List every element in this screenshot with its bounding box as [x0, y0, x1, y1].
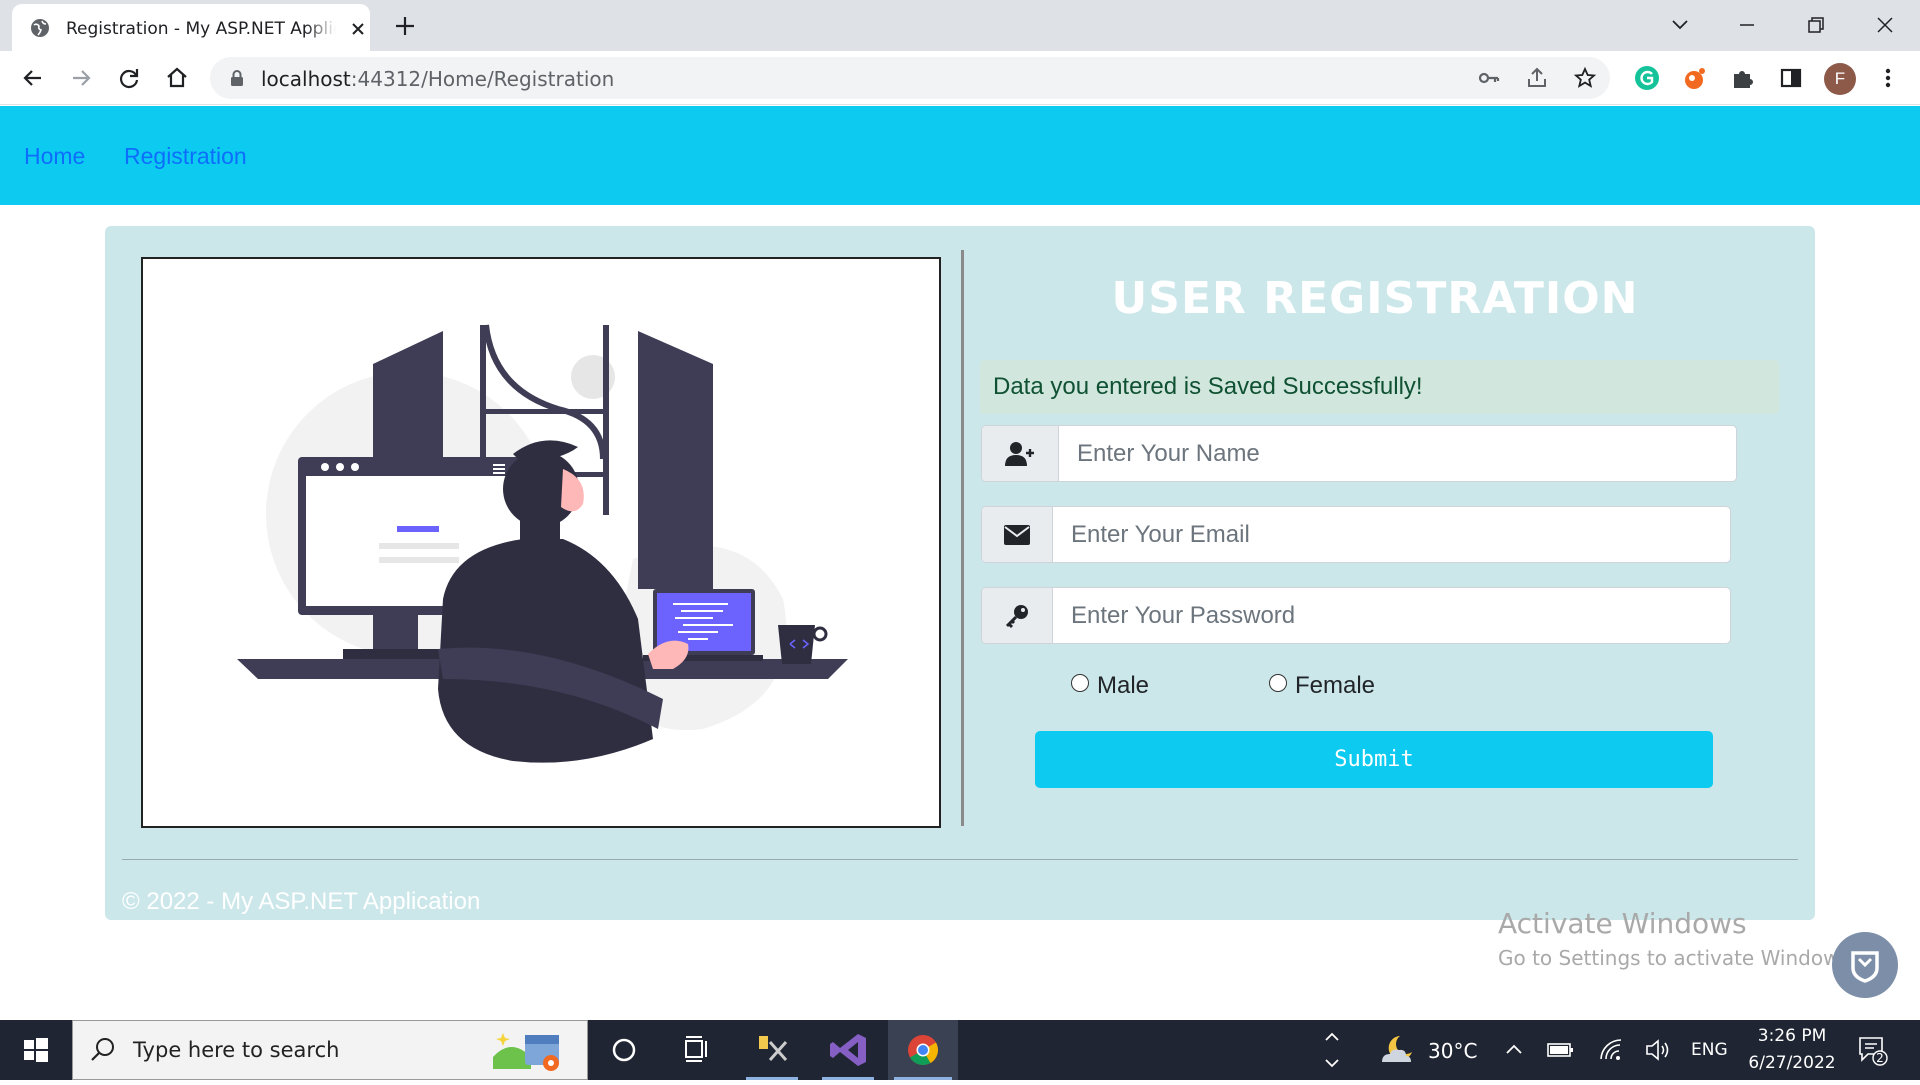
extension-orange-icon[interactable]: [1681, 64, 1709, 92]
gender-female-radio[interactable]: [1269, 674, 1287, 692]
clock-date[interactable]: 6/27/2022: [1742, 1053, 1842, 1073]
search-icon: [91, 1038, 114, 1061]
address-bar[interactable]: localhost:44312/Home/Registration: [210, 57, 1610, 99]
registration-card: USER REGISTRATION Data you entered is Sa…: [105, 226, 1815, 920]
globe-icon: [31, 19, 49, 37]
password-addon: [982, 588, 1053, 643]
wifi-icon[interactable]: [1598, 1037, 1624, 1063]
minimize-icon[interactable]: [1732, 10, 1762, 40]
cortana-icon[interactable]: [594, 1020, 654, 1080]
gender-male-label: Male: [1097, 672, 1150, 699]
lock-icon[interactable]: [228, 69, 246, 87]
visual-studio-icon: [830, 1034, 866, 1066]
taskbar-app-chrome[interactable]: [888, 1020, 958, 1080]
vertical-divider: [961, 250, 964, 826]
reload-icon[interactable]: [114, 63, 144, 93]
puzzle-extensions-icon[interactable]: [1729, 64, 1757, 92]
password-input-group: [981, 587, 1731, 644]
side-panel-icon[interactable]: [1777, 64, 1805, 92]
windows-logo-icon: [24, 1038, 48, 1062]
email-input[interactable]: [1053, 507, 1730, 562]
restore-icon[interactable]: [1801, 10, 1831, 40]
taskbar-search-box[interactable]: Type here to search: [72, 1020, 588, 1080]
footer-divider: [122, 859, 1798, 860]
tab-search-chevron-icon[interactable]: [1665, 10, 1695, 40]
show-hidden-icons-chevron-icon[interactable]: [1502, 1038, 1526, 1062]
illustration-frame: [141, 257, 941, 828]
forward-arrow-icon[interactable]: [66, 63, 96, 93]
developer-at-desk-illustration: [237, 324, 848, 763]
envelope-icon: [1004, 524, 1030, 545]
form-title: USER REGISTRATION: [1111, 273, 1639, 324]
profile-avatar[interactable]: F: [1824, 63, 1856, 95]
success-alert-text: Data you entered is Saved Successfully!: [993, 373, 1423, 400]
clock-time[interactable]: 3:26 PM: [1757, 1026, 1827, 1046]
url-path: :44312/Home/Registration: [350, 67, 615, 91]
tools-app-icon: [759, 1036, 788, 1061]
input-language[interactable]: ENG: [1691, 1040, 1728, 1060]
back-arrow-icon[interactable]: [18, 63, 48, 93]
browser-tab[interactable]: Registration - My ASP.NET Application: [12, 4, 370, 51]
tab-title: Registration - My ASP.NET Application: [66, 19, 336, 39]
email-addon: [982, 507, 1053, 562]
key-icon[interactable]: [1477, 66, 1501, 90]
browser-tab-strip: Registration - My ASP.NET Application: [0, 0, 1920, 51]
taskbar-search-placeholder: Type here to search: [133, 1038, 340, 1062]
activate-windows-title: Activate Windows: [1498, 907, 1747, 940]
browser-toolbar: localhost:44312/Home/Registration F: [0, 51, 1920, 105]
security-shield-button[interactable]: [1832, 932, 1898, 998]
submit-button[interactable]: Submit: [1035, 731, 1713, 788]
search-highlight-calendar-icon: [493, 1033, 559, 1071]
site-navbar: Home Registration: [0, 106, 1920, 205]
nav-link-registration[interactable]: Registration: [124, 143, 247, 170]
chrome-icon: [908, 1035, 939, 1066]
battery-icon[interactable]: [1546, 1038, 1576, 1062]
taskbar-app-tools[interactable]: [742, 1020, 802, 1080]
shield-icon: [1851, 951, 1879, 983]
url-text: localhost:44312/Home/Registration: [261, 67, 614, 91]
scroll-up-chevron-icon[interactable]: [1322, 1024, 1342, 1048]
more-menu-icon[interactable]: [1874, 64, 1902, 92]
success-alert: Data you entered is Saved Successfully!: [980, 360, 1779, 414]
home-icon[interactable]: [162, 63, 192, 93]
activate-windows-subtitle: Go to Settings to activate Windows.: [1498, 946, 1857, 970]
windows-taskbar: Type here to search 30°C ENG 3:26 PM 6/2…: [0, 1020, 1920, 1080]
name-input[interactable]: [1059, 426, 1736, 481]
close-window-icon[interactable]: [1870, 10, 1900, 40]
volume-icon[interactable]: [1644, 1037, 1672, 1063]
new-tab-icon[interactable]: [392, 13, 418, 39]
notification-count-badge: 2: [1876, 1051, 1884, 1065]
footer-copyright: © 2022 - My ASP.NET Application: [122, 888, 481, 915]
user-plus-icon: [1005, 441, 1034, 466]
bookmark-star-icon[interactable]: [1573, 66, 1597, 90]
name-input-group: [981, 425, 1737, 482]
close-tab-icon[interactable]: [348, 19, 368, 39]
grammarly-extension-icon[interactable]: [1633, 64, 1661, 92]
email-input-group: [981, 506, 1731, 563]
scroll-down-chevron-icon[interactable]: [1322, 1052, 1342, 1076]
nav-link-home[interactable]: Home: [24, 143, 85, 170]
gender-male-radio[interactable]: [1071, 674, 1089, 692]
weather-moon-cloud-icon[interactable]: [1378, 1032, 1418, 1068]
weather-temperature[interactable]: 30°C: [1428, 1039, 1477, 1063]
start-button[interactable]: [0, 1020, 72, 1080]
gender-female-label: Female: [1295, 672, 1376, 699]
taskbar-app-visual-studio[interactable]: [818, 1020, 878, 1080]
url-host: localhost: [261, 67, 351, 91]
share-icon[interactable]: [1525, 66, 1549, 90]
password-input[interactable]: [1053, 588, 1730, 643]
task-view-icon[interactable]: [666, 1020, 726, 1080]
key-icon: [1005, 604, 1028, 628]
name-addon: [982, 426, 1059, 481]
